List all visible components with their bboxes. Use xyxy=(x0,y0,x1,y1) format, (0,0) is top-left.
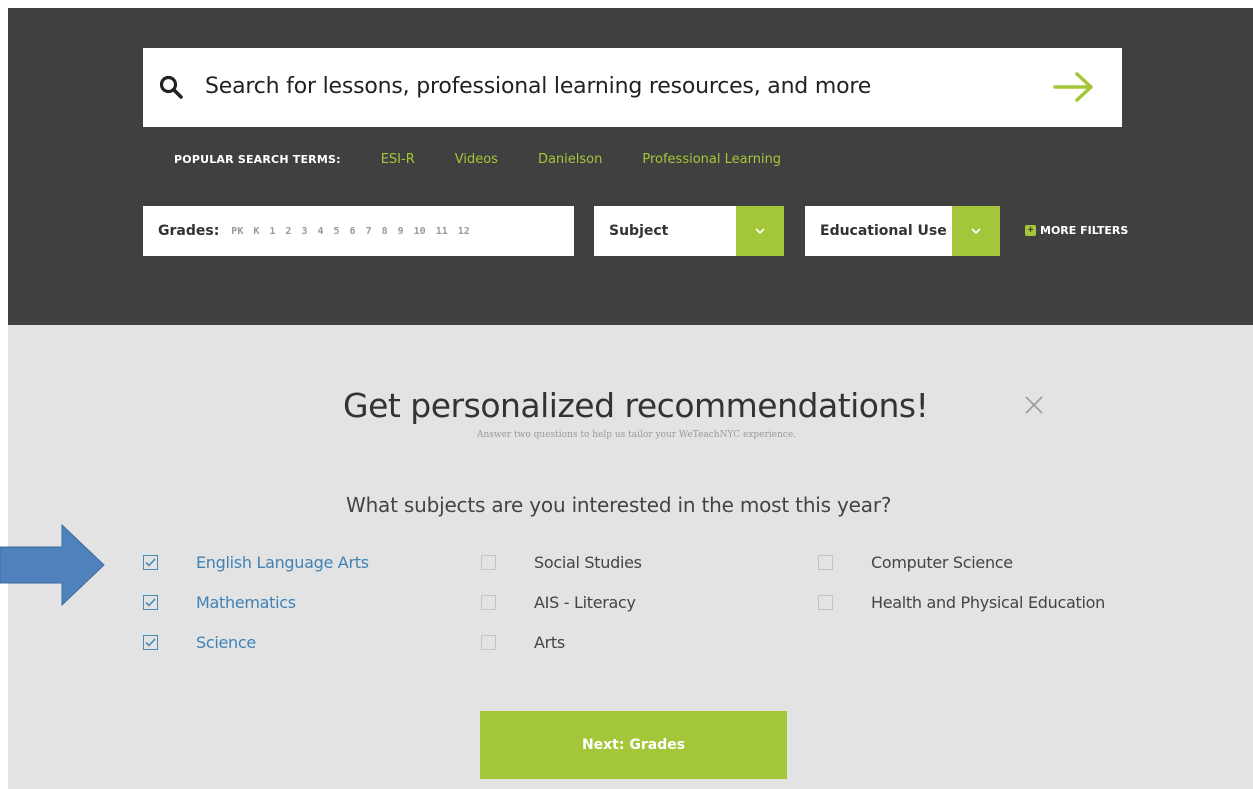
checkbox[interactable] xyxy=(481,595,496,610)
popular-term-danielson[interactable]: Danielson xyxy=(538,152,602,167)
search-placeholder: Search for lessons, professional learnin… xyxy=(205,74,872,99)
educational-use-select-label: Educational Use xyxy=(820,223,947,239)
grades-filter: Grades: PK K 1 2 3 4 5 6 7 8 9 10 11 12 xyxy=(143,206,574,256)
subject-option-label: Arts xyxy=(534,633,565,652)
subject-option-science[interactable]: Science xyxy=(143,633,256,652)
grade-k[interactable]: K xyxy=(253,226,259,237)
subject-option-label: AIS - Literacy xyxy=(534,593,636,612)
grade-1[interactable]: 1 xyxy=(269,226,275,237)
subject-option-label: Mathematics xyxy=(196,593,296,612)
grade-2[interactable]: 2 xyxy=(285,226,291,237)
checkbox[interactable] xyxy=(143,555,158,570)
checkbox[interactable] xyxy=(818,595,833,610)
subjects-question: What subjects are you interested in the … xyxy=(346,493,892,517)
chevron-down-icon xyxy=(971,228,981,235)
search-input[interactable]: Search for lessons, professional learnin… xyxy=(143,48,1122,127)
popular-term-videos[interactable]: Videos xyxy=(455,152,498,167)
checkmark-icon xyxy=(145,598,156,607)
grade-5[interactable]: 5 xyxy=(334,226,340,237)
plus-icon: + xyxy=(1025,225,1036,236)
checkbox[interactable] xyxy=(481,635,496,650)
recommendations-subtitle: Answer two questions to help us tailor y… xyxy=(476,430,797,440)
grade-6[interactable]: 6 xyxy=(350,226,356,237)
grade-pk[interactable]: PK xyxy=(231,226,243,237)
more-filters-button[interactable]: + MORE FILTERS xyxy=(1025,224,1128,237)
checkbox[interactable] xyxy=(481,555,496,570)
grade-10[interactable]: 10 xyxy=(414,226,426,237)
subject-select-label: Subject xyxy=(609,223,669,239)
checkbox[interactable] xyxy=(818,555,833,570)
grade-11[interactable]: 11 xyxy=(436,226,448,237)
educational-use-select[interactable]: Educational Use xyxy=(805,206,1000,256)
subject-option-label: Science xyxy=(196,633,256,652)
annotation-arrow-icon xyxy=(0,523,105,607)
next-button-label: Next: Grades xyxy=(581,737,686,753)
popular-label: POPULAR SEARCH TERMS: xyxy=(174,153,341,166)
grade-9[interactable]: 9 xyxy=(398,226,404,237)
grades-label: Grades: xyxy=(158,223,220,239)
subject-option-label: English Language Arts xyxy=(196,553,369,572)
grade-12[interactable]: 12 xyxy=(458,226,470,237)
popular-term-esi-r[interactable]: ESI-R xyxy=(381,152,415,167)
subject-option-health-and-physical-education[interactable]: Health and Physical Education xyxy=(818,593,1105,612)
checkmark-icon xyxy=(145,638,156,647)
subject-option-computer-science[interactable]: Computer Science xyxy=(818,553,1013,572)
popular-term-professional-learning[interactable]: Professional Learning xyxy=(642,152,781,167)
grade-7[interactable]: 7 xyxy=(366,226,372,237)
recommendations-title: Get personalized recommendations! xyxy=(343,386,929,425)
next-grades-button[interactable]: Next: Grades xyxy=(480,711,787,779)
subject-option-english-language-arts[interactable]: English Language Arts xyxy=(143,553,369,572)
educational-use-dropdown-button[interactable] xyxy=(952,206,1000,256)
close-icon[interactable] xyxy=(1024,395,1044,415)
subject-option-arts[interactable]: Arts xyxy=(481,633,565,652)
subject-option-label: Computer Science xyxy=(871,553,1013,572)
subject-option-ais-literacy[interactable]: AIS - Literacy xyxy=(481,593,636,612)
grade-3[interactable]: 3 xyxy=(301,226,307,237)
subject-dropdown-button[interactable] xyxy=(736,206,784,256)
subject-option-mathematics[interactable]: Mathematics xyxy=(143,593,296,612)
arrow-right-icon[interactable] xyxy=(1052,70,1096,104)
checkmark-icon xyxy=(145,558,156,567)
subject-select[interactable]: Subject xyxy=(594,206,784,256)
grade-4[interactable]: 4 xyxy=(317,226,323,237)
subject-option-label: Health and Physical Education xyxy=(871,593,1105,612)
search-icon xyxy=(159,75,183,99)
checkbox[interactable] xyxy=(143,595,158,610)
more-filters-label: MORE FILTERS xyxy=(1040,224,1129,237)
checkbox[interactable] xyxy=(143,635,158,650)
grade-8[interactable]: 8 xyxy=(382,226,388,237)
subject-option-label: Social Studies xyxy=(534,553,642,572)
chevron-down-icon xyxy=(755,228,765,235)
popular-search-terms: POPULAR SEARCH TERMS: ESI-R Videos Danie… xyxy=(174,152,821,167)
subject-option-social-studies[interactable]: Social Studies xyxy=(481,553,642,572)
